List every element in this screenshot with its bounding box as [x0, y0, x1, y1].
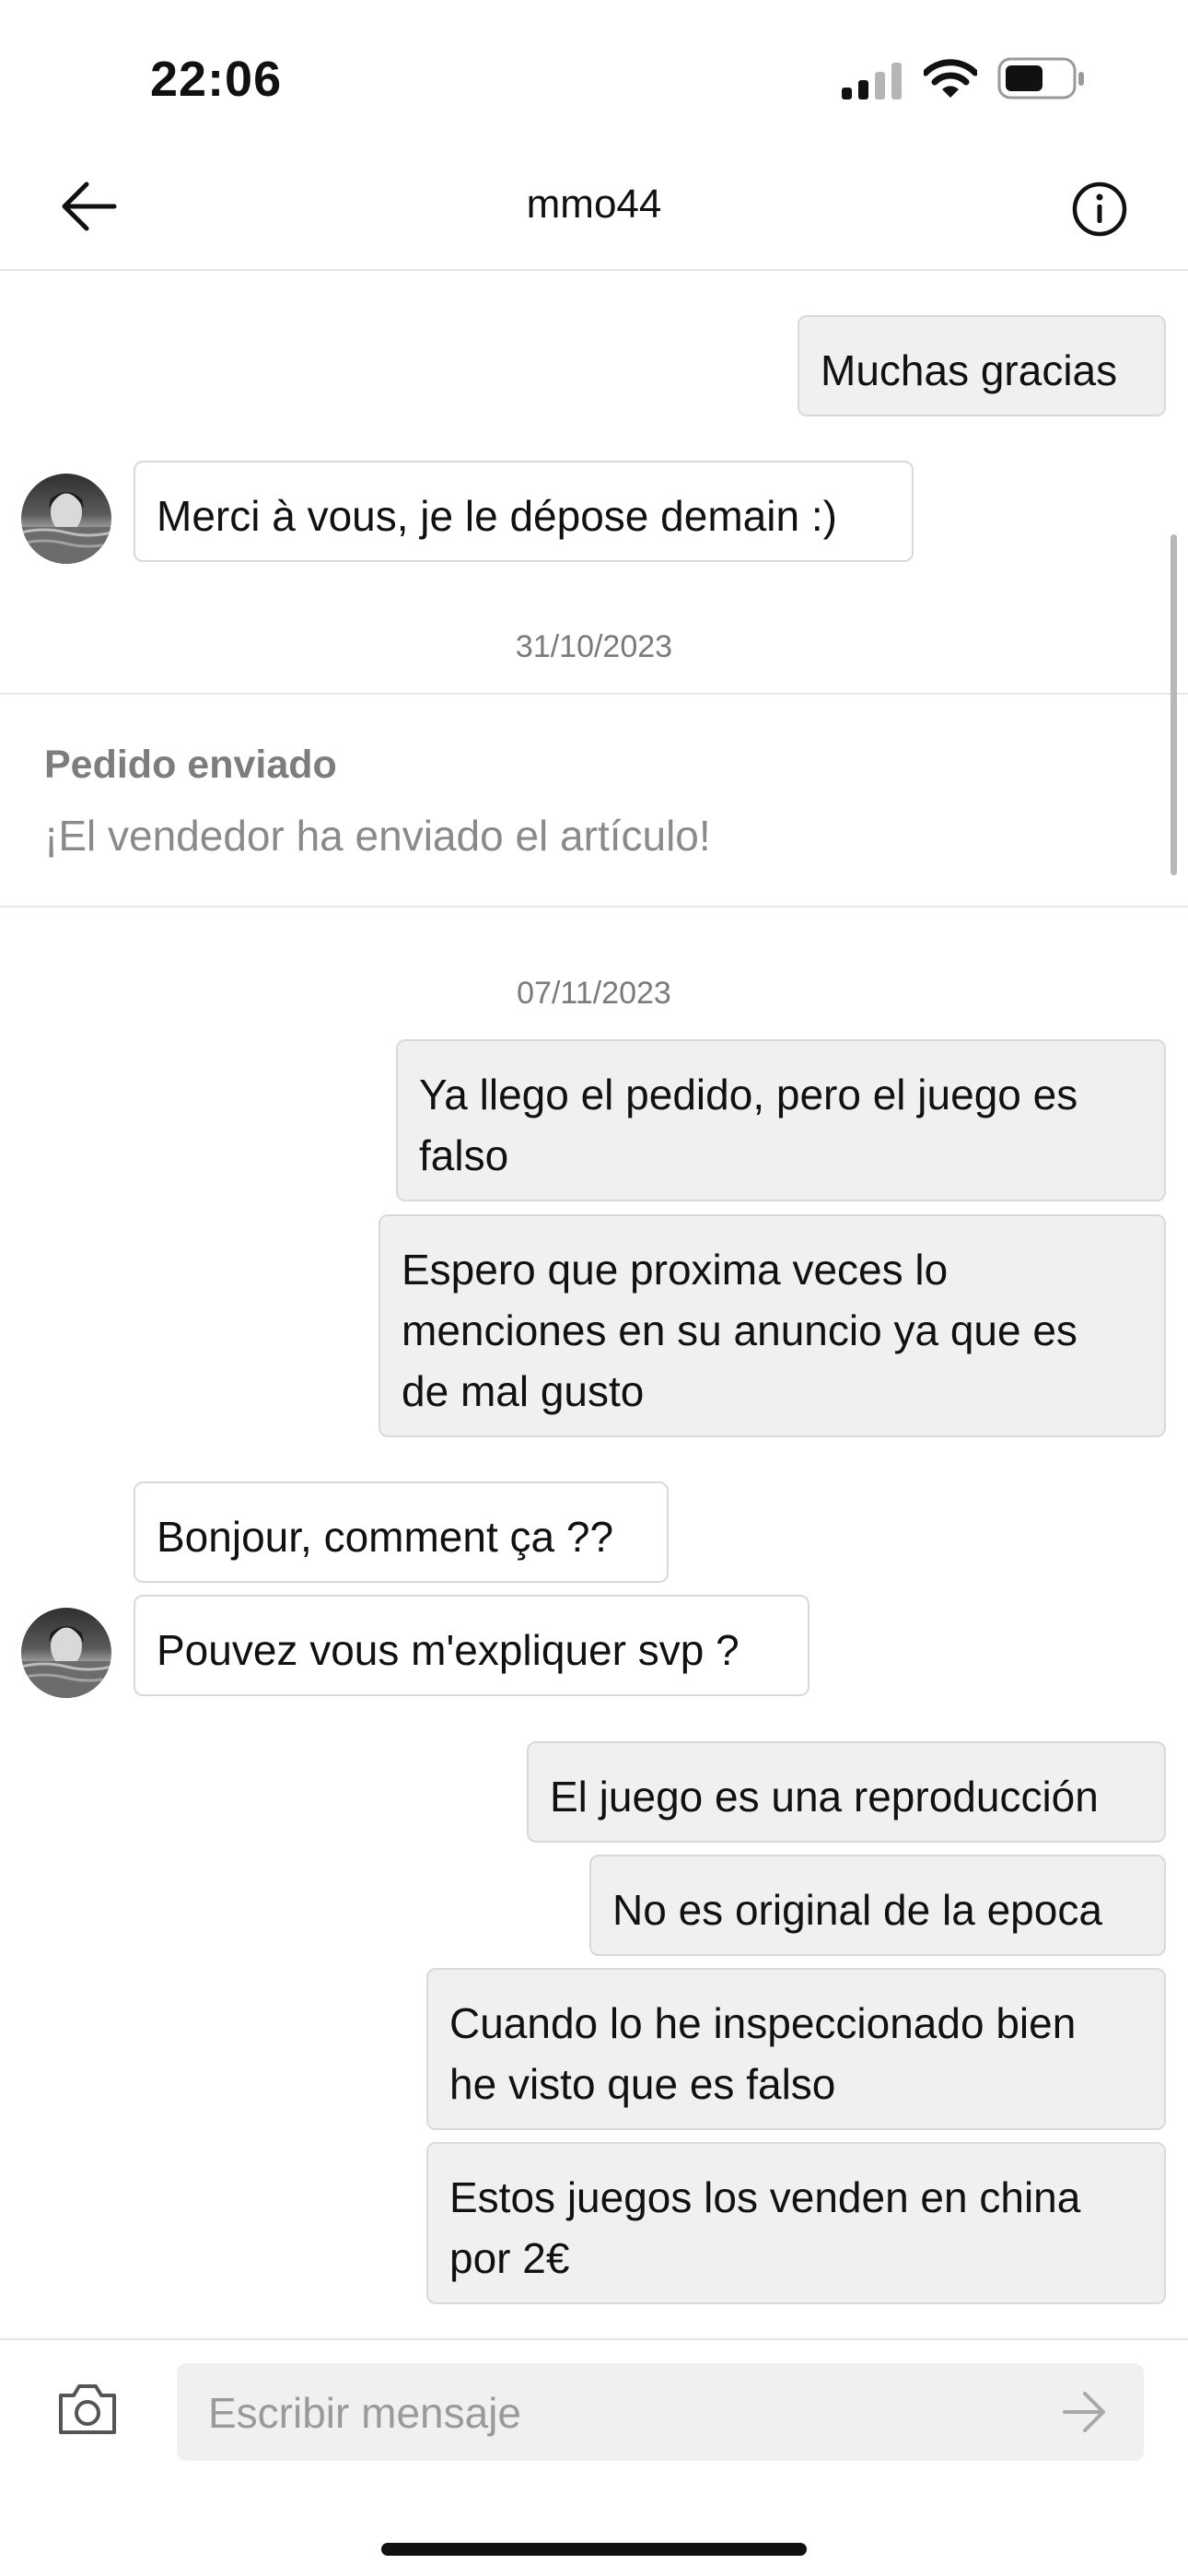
send-arrow-icon[interactable] — [1061, 2390, 1109, 2434]
wifi-icon — [924, 59, 977, 98]
cellular-signal-icon — [842, 63, 903, 100]
message-bubble: Estos juegos los venden en china por 2€ — [426, 2142, 1166, 2304]
home-indicator — [381, 2543, 807, 2556]
message-composer — [177, 2363, 1144, 2463]
order-status-body: ¡El vendedor ha enviado el artículo! — [44, 812, 711, 860]
notice-divider-bottom — [0, 906, 1188, 907]
avatar — [21, 1608, 111, 1698]
camera-icon[interactable] — [55, 2381, 120, 2438]
notice-divider-top — [0, 693, 1188, 695]
message-bubble: No es original de la epoca — [589, 1855, 1166, 1956]
scrollbar[interactable] — [1171, 534, 1177, 875]
message-bubble: Espero que proxima veces lo menciones en… — [379, 1214, 1166, 1437]
conversation-title: mmo44 — [526, 181, 662, 227]
date-separator: 31/10/2023 — [515, 629, 673, 664]
status-time: 22:06 — [150, 52, 283, 107]
message-bubble: Cuando lo he inspeccionado bien he visto… — [426, 1968, 1166, 2130]
battery-icon — [997, 57, 1084, 100]
message-bubble: Merci à vous, je le dépose demain :) — [134, 461, 914, 562]
avatar — [21, 474, 111, 564]
composer-divider — [0, 2338, 1188, 2340]
message-bubble: Bonjour, comment ça ?? — [134, 1481, 669, 1583]
message-bubble: Ya llego el pedido, pero el juego es fal… — [396, 1039, 1166, 1201]
message-bubble: Muchas gracias — [798, 315, 1166, 416]
info-icon[interactable] — [1071, 181, 1128, 238]
date-separator: 07/11/2023 — [517, 976, 671, 1011]
message-input[interactable] — [206, 2363, 1020, 2463]
header-divider — [0, 269, 1188, 271]
order-status-title: Pedido enviado — [44, 743, 337, 787]
message-bubble: Pouvez vous m'expliquer svp ? — [134, 1595, 809, 1696]
message-bubble: El juego es una reproducción — [527, 1741, 1166, 1843]
